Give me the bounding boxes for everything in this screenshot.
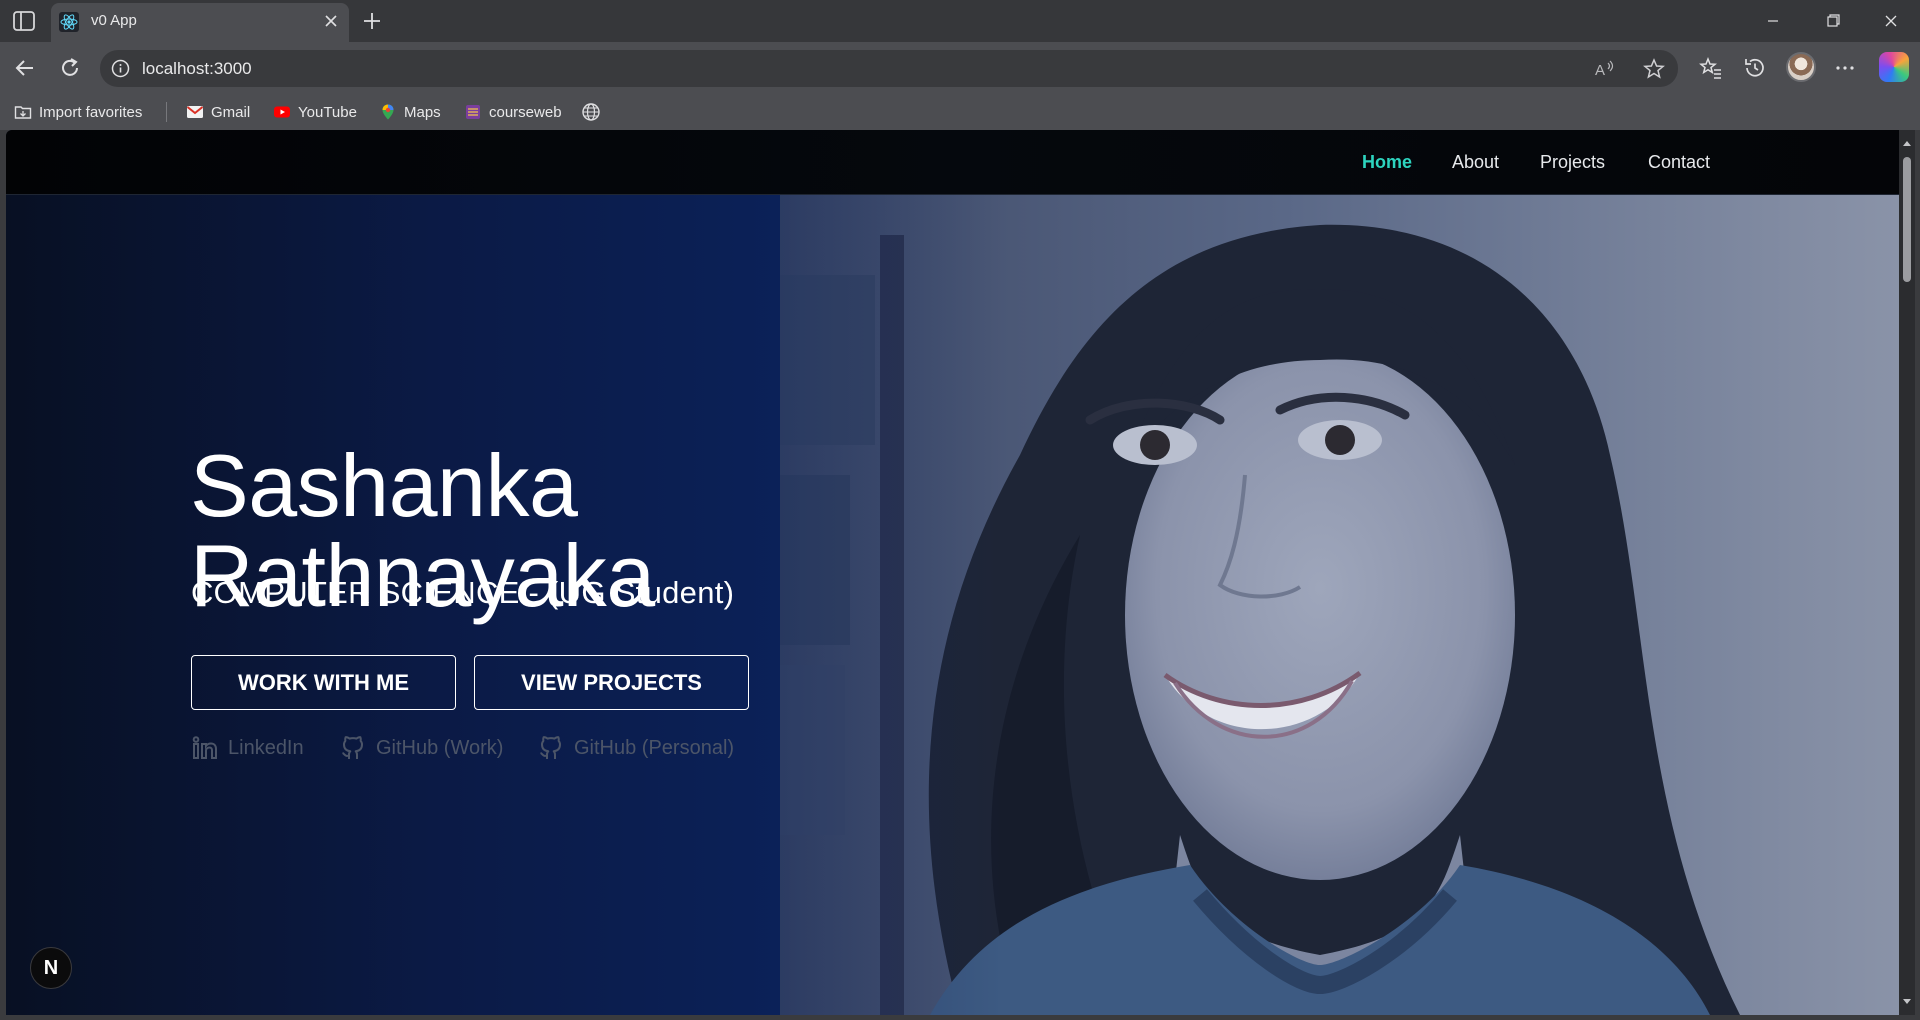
new-tab-icon[interactable] (360, 9, 384, 33)
profile-avatar[interactable] (1786, 52, 1816, 82)
hero-portrait-image (780, 195, 1899, 1015)
close-icon[interactable] (321, 11, 341, 31)
more-menu-icon[interactable] (1832, 55, 1858, 81)
work-with-me-button[interactable]: WORK WITH ME (191, 655, 456, 710)
restore-icon[interactable] (1810, 6, 1856, 36)
site-navbar: Home About Projects Contact (6, 130, 1899, 195)
courseweb-icon (466, 105, 480, 119)
bookmark-label: Gmail (211, 103, 251, 121)
page-viewport: Home About Projects Contact Sashanka Rat… (6, 130, 1899, 1015)
read-aloud-icon[interactable]: A (1594, 58, 1616, 80)
browser-toolbar: localhost:3000 A (0, 42, 1920, 94)
hero-name-first: Sashanka (190, 436, 578, 535)
bookmark-maps[interactable]: Maps (379, 101, 441, 123)
nav-link-home[interactable]: Home (1362, 152, 1412, 173)
scroll-up-arrow-icon[interactable] (1902, 138, 1912, 148)
linkedin-icon (192, 736, 217, 759)
nav-link-about[interactable]: About (1452, 152, 1499, 173)
view-projects-button[interactable]: VIEW PROJECTS (474, 655, 749, 710)
globe-icon (582, 103, 600, 121)
history-icon[interactable] (1742, 55, 1768, 81)
nextjs-dev-badge[interactable]: N (30, 947, 72, 989)
github-icon (540, 736, 561, 759)
youtube-icon (274, 106, 290, 118)
svg-text:A: A (1595, 62, 1605, 79)
react-icon (59, 12, 79, 32)
bookmark-import-favorites[interactable]: Import favorites (14, 101, 142, 123)
bookmark-separator (166, 102, 167, 122)
github-personal-label: GitHub (Personal) (574, 736, 735, 759)
tab-strip: v0 App (0, 0, 1920, 42)
window-close-icon[interactable] (1868, 6, 1914, 36)
scroll-thumb[interactable] (1903, 157, 1911, 282)
bookmark-label: Import favorites (39, 103, 143, 121)
sidebar-toggle-icon[interactable] (12, 10, 36, 32)
import-folder-icon (14, 106, 32, 119)
portrait-photo (780, 195, 1899, 1015)
address-bar[interactable]: localhost:3000 A (100, 50, 1678, 87)
info-icon[interactable] (111, 59, 130, 78)
bookmark-label: courseweb (489, 103, 562, 121)
github-personal-link[interactable]: GitHub (Personal) (537, 733, 734, 763)
linkedin-link[interactable]: LinkedIn (191, 733, 304, 763)
nav-link-contact[interactable]: Contact (1648, 152, 1710, 173)
tab-title: v0 App (91, 12, 137, 29)
bookmark-youtube[interactable]: YouTube (273, 101, 357, 123)
bookmark-courseweb[interactable]: courseweb (464, 101, 562, 123)
nav-link-projects[interactable]: Projects (1540, 152, 1605, 173)
bookmark-globe[interactable] (581, 101, 601, 123)
bookmark-label: YouTube (298, 103, 357, 121)
minimize-icon[interactable] (1750, 6, 1796, 36)
github-work-link[interactable]: GitHub (Work) (339, 733, 503, 763)
copilot-icon[interactable] (1879, 52, 1909, 82)
github-icon (342, 736, 363, 759)
maps-pin-icon (382, 104, 394, 120)
linkedin-label: LinkedIn (228, 736, 304, 759)
reload-icon[interactable] (57, 55, 83, 81)
bookmark-gmail[interactable]: Gmail (186, 101, 250, 123)
browser-tab[interactable]: v0 App (51, 3, 349, 42)
favorites-icon[interactable] (1698, 55, 1724, 81)
gmail-icon (186, 106, 204, 118)
scroll-down-arrow-icon[interactable] (1902, 997, 1912, 1007)
bookmarks-bar: Import favorites Gmail YouTube Maps cour… (0, 94, 1920, 130)
hero-role: COMPUTER SCIENCE - (UG Student) (191, 575, 735, 610)
back-arrow-icon[interactable] (12, 55, 38, 81)
page-scrollbar[interactable] (1899, 130, 1915, 1015)
url-text: localhost:3000 (142, 59, 252, 78)
bookmark-label: Maps (404, 103, 441, 121)
github-work-label: GitHub (Work) (376, 736, 504, 759)
favorite-star-icon[interactable] (1642, 57, 1666, 81)
